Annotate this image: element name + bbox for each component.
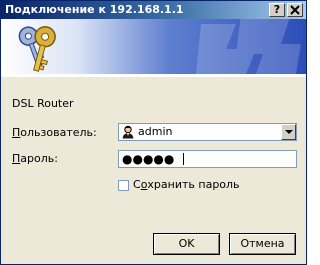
- user-icon: [122, 125, 134, 139]
- password-field[interactable]: ●●●●●: [118, 150, 297, 168]
- title-bar[interactable]: Подключение к 192.168.1.1 ?: [1, 1, 306, 19]
- remember-password-label[interactable]: Сохранить пароль: [133, 178, 240, 192]
- close-icon: [290, 5, 300, 15]
- password-label-rest: ароль:: [20, 152, 58, 165]
- keys-icon: [18, 26, 56, 72]
- chevron-down-icon: [285, 130, 293, 134]
- close-button[interactable]: [287, 3, 303, 17]
- remember-label-pre: С: [133, 178, 141, 191]
- username-label: Пользователь:: [12, 126, 97, 140]
- username-label-rest: ользователь:: [20, 126, 97, 139]
- ok-button[interactable]: OK: [153, 233, 220, 255]
- banner-watermark-icon: [196, 19, 301, 74]
- banner: [1, 19, 306, 74]
- text-caret: [183, 153, 184, 165]
- remember-label-rest: хранить пароль: [147, 178, 240, 191]
- username-dropdown-button[interactable]: [281, 124, 296, 140]
- username-value: admin: [138, 125, 173, 138]
- help-button[interactable]: ?: [269, 3, 285, 17]
- remember-password-checkbox[interactable]: [118, 180, 129, 191]
- realm-label: DSL Router: [12, 97, 74, 110]
- password-label: Пароль:: [12, 152, 58, 166]
- username-combo[interactable]: admin: [118, 123, 297, 141]
- banner-graphic: [18, 19, 301, 74]
- password-masked-value: ●●●●●: [122, 152, 175, 166]
- banner-divider: [1, 74, 306, 77]
- login-dialog: Подключение к 192.168.1.1 ? DSL Router П…: [0, 0, 307, 265]
- cancel-button[interactable]: Отмена: [229, 233, 296, 255]
- window-title: Подключение к 192.168.1.1: [5, 3, 184, 16]
